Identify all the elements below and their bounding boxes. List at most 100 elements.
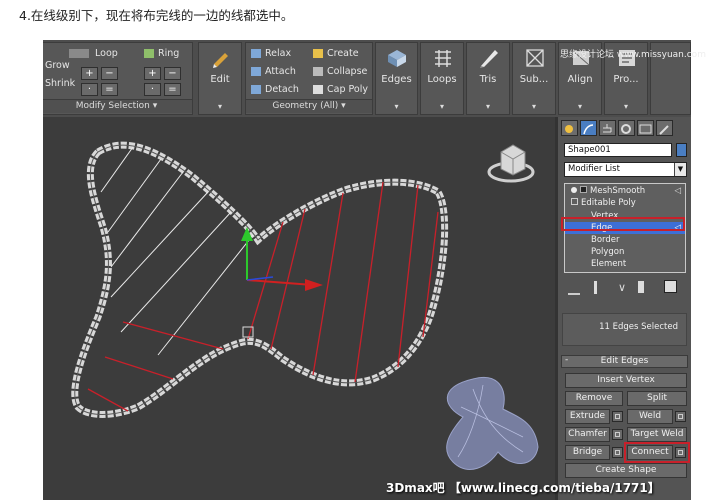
edit-dropdown-arrow[interactable]: ▾ — [199, 102, 241, 111]
loops-dropdown-arrow[interactable]: ▾ — [421, 102, 463, 111]
detach-icon — [251, 85, 261, 94]
remove-modifier-icon[interactable] — [638, 281, 644, 293]
edges-dropdown-arrow[interactable]: ▾ — [376, 102, 417, 111]
ring-select-button[interactable]: · — [144, 83, 161, 96]
create-tab-icon[interactable] — [561, 120, 578, 136]
target-weld-button[interactable]: Target Weld — [627, 427, 687, 442]
cap-poly-icon — [313, 85, 323, 94]
properties-dropdown-arrow[interactable]: ▾ — [605, 102, 647, 111]
fish-mesh — [71, 141, 539, 470]
bridge-button[interactable]: Bridge — [565, 445, 610, 460]
lightbulb-icon[interactable] — [571, 187, 577, 193]
edges-button[interactable]: Edges ▾ — [375, 42, 418, 115]
loop-grow-button[interactable]: + — [81, 67, 98, 80]
geometry-title: Geometry (All) ▾ — [246, 99, 372, 113]
loop-icon — [69, 49, 89, 58]
align-dropdown-arrow[interactable]: ▾ — [559, 102, 601, 111]
edges-label: Edges — [381, 74, 412, 85]
cap-poly-button[interactable]: Cap Poly — [327, 84, 368, 95]
watermark-top: 思缘设计论坛 www.missyuan.com — [560, 50, 706, 60]
watermark-bottom: 3Dmax吧 【www.linecg.com/tieba/1771】 — [386, 481, 660, 495]
modify-tab-icon[interactable] — [580, 120, 597, 136]
stack-label-meshsmooth: MeshSmooth — [590, 186, 646, 196]
chamfer-settings-button[interactable] — [612, 429, 623, 440]
hierarchy-tab-icon[interactable] — [599, 120, 616, 136]
edit-label: Edit — [210, 74, 230, 85]
selection-status-text: 11 Edges Selected — [599, 322, 678, 332]
geometry-group: Relax Attach Detach Create Collapse Cap … — [245, 42, 373, 115]
subdivision-button[interactable]: Sub... ▾ — [512, 42, 556, 115]
loop-select-button[interactable]: · — [81, 83, 98, 96]
chamfer-button[interactable]: Chamfer — [565, 427, 610, 442]
show-end-result-icon[interactable] — [594, 281, 597, 294]
weld-settings-button[interactable] — [675, 411, 686, 422]
ring-shrink-button[interactable]: − — [164, 67, 181, 80]
object-name-field[interactable]: Shape001 — [564, 143, 672, 157]
modifier-list-label: Modifier List — [568, 164, 620, 174]
viewcube[interactable] — [487, 144, 535, 183]
detach-button[interactable]: Detach — [265, 84, 299, 95]
modifier-list-dropdown[interactable]: Modifier List ▼ — [564, 162, 687, 177]
attach-button[interactable]: Attach — [265, 66, 296, 77]
edit-icon — [213, 53, 228, 68]
stack-item-editable-poly[interactable]: Editable Poly — [565, 197, 685, 209]
stack-label-editable-poly: Editable Poly — [581, 198, 636, 208]
subdivision-dropdown-arrow[interactable]: ▾ — [513, 102, 555, 111]
pin-stack-icon[interactable] — [568, 283, 580, 295]
tail-edges — [100, 146, 254, 356]
expand-icon[interactable] — [580, 186, 587, 193]
display-tab-icon[interactable] — [637, 120, 654, 136]
tris-icon — [480, 50, 498, 68]
stack-item-element[interactable]: Element — [565, 258, 685, 270]
connect-highlight-box — [624, 442, 690, 463]
tris-button[interactable]: Tris ▾ — [466, 42, 510, 115]
create-button[interactable]: Create — [327, 48, 359, 59]
tris-label: Tris — [479, 74, 497, 85]
align-label: Align — [567, 74, 593, 85]
collapse-button[interactable]: Collapse — [327, 66, 367, 77]
edit-edges-rollout-header[interactable]: - Edit Edges — [561, 355, 688, 368]
motion-tab-icon[interactable] — [618, 120, 635, 136]
edit-edges-title: Edit Edges — [600, 356, 649, 366]
loops-button[interactable]: Loops ▾ — [420, 42, 464, 115]
create-icon — [313, 49, 323, 58]
loops-label: Loops — [427, 74, 457, 85]
object-color-swatch[interactable] — [676, 143, 687, 157]
fish-border — [71, 141, 449, 418]
extrude-settings-button[interactable] — [612, 411, 623, 422]
remove-button[interactable]: Remove — [565, 391, 623, 406]
shrink-button[interactable]: Shrink — [45, 78, 75, 89]
tris-dropdown-arrow[interactable]: ▾ — [467, 102, 509, 111]
create-shape-button[interactable]: Create Shape — [565, 463, 687, 478]
stack-item-polygon[interactable]: Polygon — [565, 246, 685, 258]
ring-mode-button[interactable]: = — [164, 83, 181, 96]
weld-button[interactable]: Weld — [627, 409, 673, 424]
relax-button[interactable]: Relax — [265, 48, 291, 59]
ring-button[interactable]: Ring — [158, 48, 179, 59]
properties-label: Pro... — [613, 74, 639, 85]
utilities-tab-icon[interactable] — [656, 120, 673, 136]
edit-button[interactable]: Edit ▾ — [198, 42, 242, 115]
perspective-viewport[interactable] — [43, 117, 555, 500]
collapse-icon[interactable] — [571, 198, 578, 205]
stack-item-meshsmooth[interactable]: MeshSmooth ◁ — [565, 185, 685, 197]
loop-button[interactable]: Loop — [95, 48, 118, 59]
step-caption: 4.在线级别下，现在将布完线的一边的线都选中。 — [19, 8, 294, 23]
edge-highlight-box — [561, 217, 685, 231]
insert-vertex-button[interactable]: Insert Vertex — [565, 373, 687, 388]
loop-shrink-button[interactable]: − — [101, 67, 118, 80]
edges-icon — [388, 50, 406, 67]
loop-mode-button[interactable]: = — [101, 83, 118, 96]
modify-selection-title: Modify Selection ▾ — [43, 99, 192, 113]
ring-grow-button[interactable]: + — [144, 67, 161, 80]
max-window: Grow Shrink Loop + − · = Ring + − · = Mo… — [43, 40, 691, 500]
stack-item-border[interactable]: Border — [565, 234, 685, 246]
split-button[interactable]: Split — [627, 391, 687, 406]
subdivision-label: Sub... — [519, 74, 549, 85]
modify-selection-group: Grow Shrink Loop + − · = Ring + − · = Mo… — [43, 42, 193, 115]
make-unique-icon[interactable]: ∨ — [618, 281, 626, 294]
grow-button[interactable]: Grow — [45, 60, 70, 71]
extrude-button[interactable]: Extrude — [565, 409, 610, 424]
bridge-settings-button[interactable] — [612, 447, 623, 458]
configure-modifier-sets-icon[interactable] — [664, 280, 677, 293]
